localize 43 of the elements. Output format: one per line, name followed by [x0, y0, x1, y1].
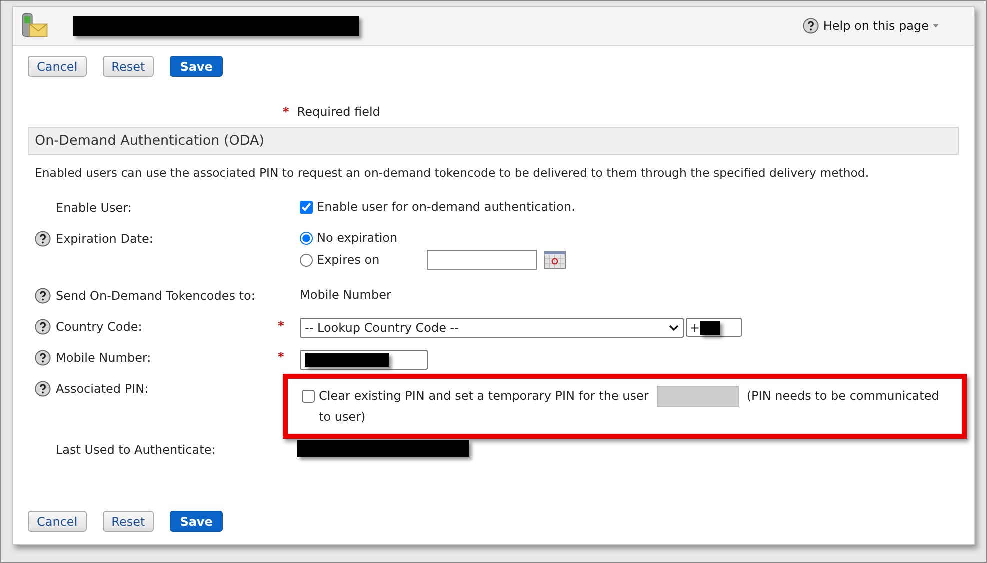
help-icon[interactable]	[35, 231, 51, 247]
calendar-icon[interactable]	[544, 251, 566, 269]
checkbox[interactable]	[300, 200, 313, 214]
form-button[interactable]: Reset	[102, 56, 154, 77]
radio-label: Expires on	[317, 253, 381, 267]
required-field-note: Required field	[297, 105, 380, 119]
country-prefix-field[interactable]: +	[686, 318, 742, 337]
form-button[interactable]: Cancel	[28, 56, 87, 77]
field-label: Expiration Date:	[56, 232, 154, 246]
field-label: Mobile Number:	[56, 351, 152, 365]
field-label: Associated PIN:	[56, 382, 149, 396]
country-code-dropdown[interactable]: -- Lookup Country Code --	[300, 318, 684, 338]
help-icon[interactable]	[35, 288, 51, 304]
form-button[interactable]: Cancel	[28, 511, 87, 532]
section-description: Enabled users can use the associated PIN to request an on-demand tokencode to be delivered to them through the specified delivery method.	[35, 166, 870, 180]
help-icon[interactable]	[35, 319, 51, 335]
checkbox-label: Clear existing PIN and set a temporary PIN for the user (PIN needs to be communicated to user)	[319, 386, 952, 428]
help-icon[interactable]	[803, 18, 820, 34]
field-label: Country Code:	[56, 320, 142, 334]
section-header: On-Demand Authentication (ODA)	[28, 127, 959, 155]
phone-envelope-icon	[21, 12, 49, 40]
required-asterisk: *	[278, 319, 284, 333]
required-asterisk: *	[278, 350, 284, 364]
radio-button[interactable]	[300, 232, 313, 244]
radio-button[interactable]	[300, 254, 313, 266]
chevron-icon[interactable]	[669, 325, 679, 331]
caret-icon[interactable]	[933, 24, 939, 28]
radio-label: No expiration	[317, 231, 399, 245]
save-button[interactable]: Save	[170, 511, 223, 532]
checkbox-label: Enable user for on-demand authentication.	[317, 200, 576, 214]
help-link[interactable]: Help on this page	[823, 19, 929, 33]
required-asterisk: *	[283, 105, 290, 119]
field-label: Enable User:	[56, 201, 132, 215]
help-icon[interactable]	[35, 381, 51, 397]
checkbox[interactable]	[302, 390, 315, 403]
field-value: Mobile Number	[300, 288, 392, 302]
field-label: Send On-Demand Tokencodes to:	[56, 289, 256, 303]
mobile-number-field[interactable]	[300, 350, 428, 370]
save-button[interactable]: Save	[170, 56, 223, 77]
date-field[interactable]	[427, 250, 537, 270]
help-icon[interactable]	[35, 350, 51, 366]
field-label: Last Used to Authenticate:	[56, 443, 216, 458]
form-button[interactable]: Reset	[102, 511, 154, 532]
